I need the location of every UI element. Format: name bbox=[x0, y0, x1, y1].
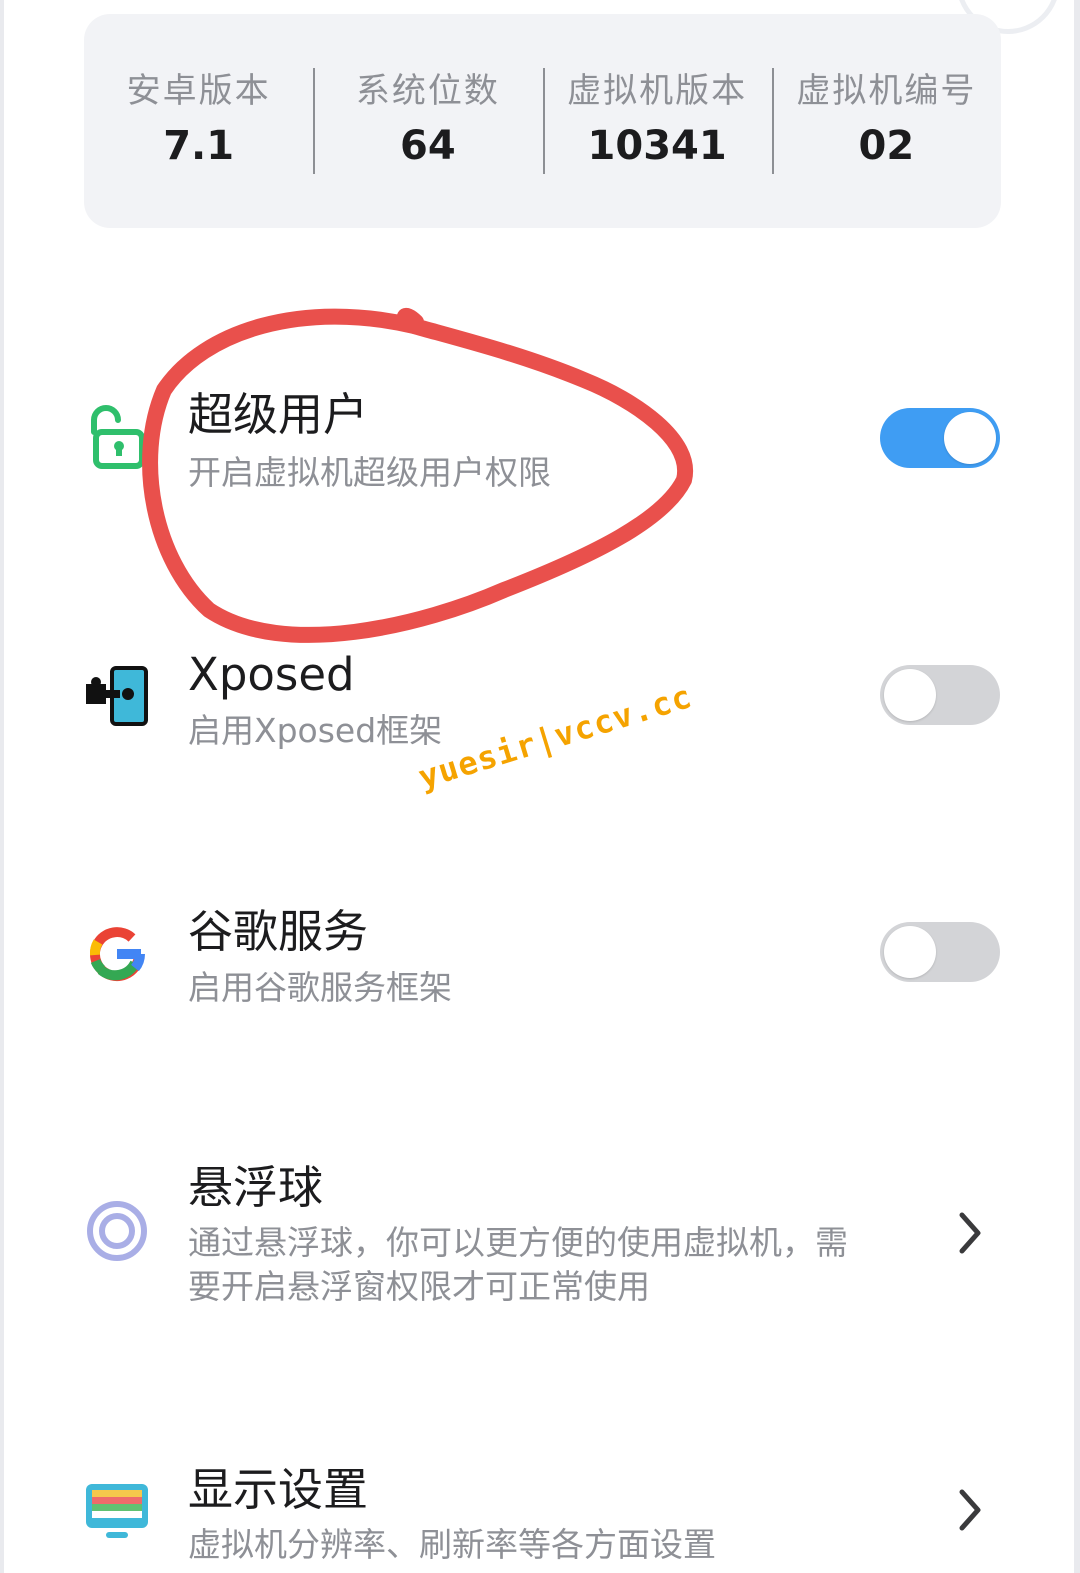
stat-android-version: 安卓版本 7.1 bbox=[84, 68, 313, 174]
stat-value: 02 bbox=[858, 123, 915, 169]
google-g-icon bbox=[89, 927, 146, 982]
google-toggle[interactable] bbox=[880, 922, 1000, 982]
xposed-toggle[interactable] bbox=[880, 665, 1000, 725]
stat-value: 10341 bbox=[587, 123, 727, 169]
stat-vm-number: 虚拟机编号 02 bbox=[771, 68, 1001, 174]
row-subtitle: 虚拟机分辨率、刷新率等各方面设置 bbox=[188, 1525, 716, 1564]
chevron-right-icon bbox=[959, 1212, 981, 1254]
stat-system-bits: 系统位数 64 bbox=[313, 68, 542, 174]
setting-row-display[interactable]: 显示设置 虚拟机分辨率、刷新率等各方面设置 bbox=[4, 1460, 1074, 1573]
toggle-knob bbox=[884, 926, 936, 978]
row-subtitle: 启用谷歌服务框架 bbox=[188, 968, 452, 1007]
setting-row-float-ball[interactable]: 悬浮球 通过悬浮球，你可以更方便的使用虚拟机，需 要开启悬浮窗权限才可正常使用 bbox=[4, 1158, 1074, 1318]
row-title: 谷歌服务 bbox=[188, 905, 369, 958]
display-monitor-icon bbox=[86, 1484, 148, 1538]
row-subtitle: 开启虚拟机超级用户权限 bbox=[188, 453, 551, 492]
stat-label: 安卓版本 bbox=[126, 71, 271, 111]
stat-label: 虚拟机编号 bbox=[796, 71, 977, 111]
stat-value: 64 bbox=[400, 123, 456, 169]
float-ball-icon bbox=[87, 1201, 147, 1261]
chevron-right-icon bbox=[959, 1489, 981, 1531]
superuser-toggle[interactable] bbox=[880, 408, 1000, 468]
unlock-icon bbox=[91, 405, 145, 469]
row-title: 超级用户 bbox=[188, 388, 369, 441]
setting-row-google[interactable]: 谷歌服务 启用谷歌服务框架 bbox=[4, 897, 1074, 1017]
vm-info-card: 安卓版本 7.1 系统位数 64 虚拟机版本 10341 虚拟机编号 02 bbox=[84, 14, 1001, 228]
settings-screen: 安卓版本 7.1 系统位数 64 虚拟机版本 10341 虚拟机编号 02 超级… bbox=[0, 0, 1080, 1573]
toggle-knob bbox=[944, 412, 996, 464]
xposed-puzzle-icon bbox=[86, 666, 148, 726]
toggle-knob bbox=[884, 669, 936, 721]
row-title: 悬浮球 bbox=[188, 1161, 324, 1214]
row-subtitle-line2: 要开启悬浮窗权限才可正常使用 bbox=[188, 1267, 650, 1306]
row-subtitle-line1: 通过悬浮球，你可以更方便的使用虚拟机，需 bbox=[188, 1223, 848, 1262]
stat-value: 7.1 bbox=[163, 123, 235, 169]
stat-label: 系统位数 bbox=[355, 71, 500, 111]
row-title: Xposed bbox=[188, 648, 355, 701]
setting-row-superuser[interactable]: 超级用户 开启虚拟机超级用户权限 bbox=[4, 380, 1074, 500]
row-subtitle: 启用Xposed框架 bbox=[188, 711, 443, 750]
stat-label: 虚拟机版本 bbox=[567, 71, 748, 111]
row-title: 显示设置 bbox=[188, 1463, 369, 1516]
stat-vm-version: 虚拟机版本 10341 bbox=[542, 68, 772, 174]
